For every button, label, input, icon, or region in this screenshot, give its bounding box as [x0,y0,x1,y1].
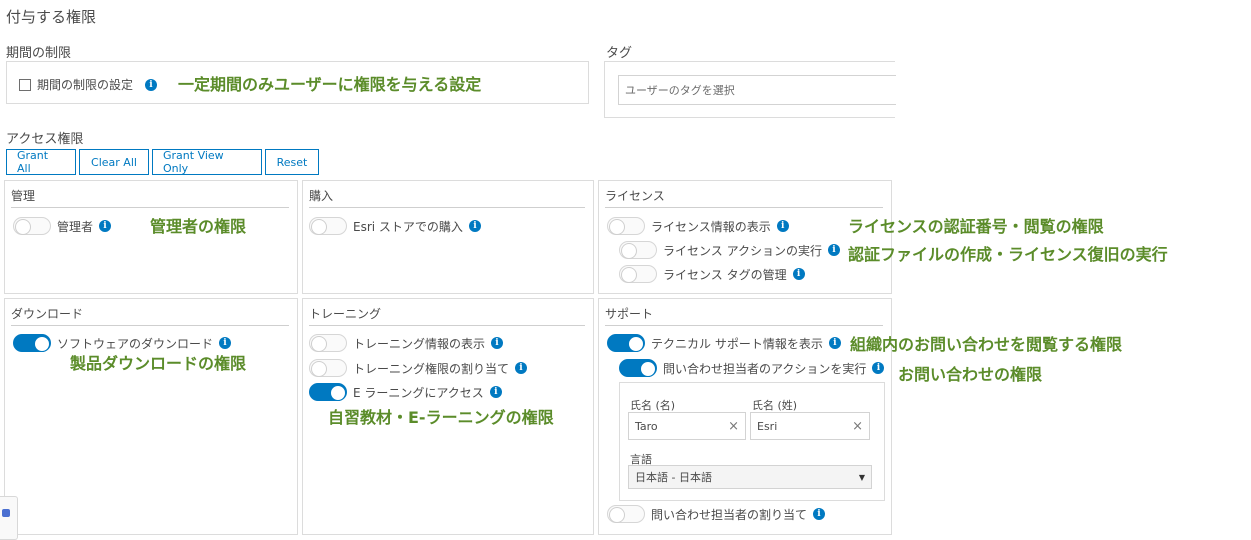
last-name-label: 氏名 (姓) [752,399,798,412]
download-label: ソフトウェアのダウンロード [57,336,214,351]
admin-annotation: 管理者の権限 [150,217,247,236]
training-assign-label: トレーニング権限の割り当て [353,361,510,376]
card-license-title: ライセンス [605,187,883,208]
admin-toggle[interactable] [13,217,51,235]
clear-icon[interactable]: × [852,419,863,434]
info-icon[interactable]: i [515,362,528,374]
card-license: ライセンス ライセンス情報の表示 i ライセンス アクションの実行 i ライセン… [598,180,892,294]
license-tag-label: ライセンス タグの管理 [663,267,787,282]
tags-box: ユーザーのタグを選択 [604,61,896,118]
purchase-toggle[interactable] [309,217,347,235]
tags-placeholder: ユーザーのタグを選択 [625,84,735,97]
chevron-down-icon: ▼ [858,472,865,482]
admin-label: 管理者 [57,219,94,234]
card-download-title: ダウンロード [11,305,289,326]
support-view-label: テクニカル サポート情報を表示 [651,336,823,351]
info-icon[interactable]: i [872,362,885,374]
info-icon[interactable]: i [813,508,826,520]
clear-all-button[interactable]: Clear All [79,149,149,175]
elearning-toggle[interactable] [309,383,347,401]
card-purchase-title: 購入 [309,187,585,208]
support-annotation-2: お問い合わせの権限 [898,365,1043,384]
info-icon[interactable]: i [827,244,840,256]
card-purchase: 購入 Esri ストアでの購入 i [302,180,594,294]
last-name-field[interactable]: Esri × [750,412,870,440]
period-checkbox[interactable] [19,78,31,91]
training-view-label: トレーニング情報の表示 [353,336,486,351]
grant-all-button[interactable]: Grant All [6,149,76,175]
license-annotation-2: 認証ファイルの作成・ライセンス復旧の実行 [848,245,1168,264]
first-name-label: 氏名 (名) [630,399,676,412]
info-icon[interactable]: i [219,337,232,349]
download-annotation: 製品ダウンロードの権限 [70,354,247,373]
support-assign-label: 問い合わせ担当者の割り当て [651,507,808,522]
info-icon[interactable]: i [828,337,841,349]
access-button-group: Grant All Clear All Grant View Only Rese… [6,149,319,175]
elearning-label: E ラーニングにアクセス [353,385,484,400]
card-admin-title: 管理 [11,187,289,208]
first-name-field[interactable]: Taro × [628,412,746,440]
info-icon[interactable]: i [468,220,481,232]
download-toggle[interactable] [13,334,51,352]
language-value: 日本語 - 日本語 [635,471,712,484]
access-section-label: アクセス権限 [6,132,84,147]
support-view-toggle[interactable] [607,334,645,352]
info-icon[interactable]: i [776,220,789,232]
first-name-value: Taro [635,419,658,433]
tags-section-label: タグ [606,46,633,61]
info-icon[interactable]: i [145,78,158,91]
tags-input[interactable]: ユーザーのタグを選択 [618,75,896,105]
period-annotation: 一定期間のみユーザーに権限を与える設定 [178,75,482,94]
info-icon[interactable]: i [491,337,504,349]
period-checkbox-label: 期間の制限の設定 [37,78,134,92]
language-select[interactable]: 日本語 - 日本語 ▼ [628,465,872,489]
reset-button[interactable]: Reset [265,149,319,175]
license-annotation-1: ライセンスの認証番号・閲覧の権限 [848,217,1104,236]
card-support-title: サポート [605,305,883,326]
period-section-label: 期間の制限 [6,46,72,61]
license-action-label: ライセンス アクションの実行 [663,243,822,258]
clear-icon[interactable]: × [728,419,739,434]
info-icon[interactable]: i [99,220,112,232]
card-download: ダウンロード ソフトウェアのダウンロード i [4,298,298,535]
training-annotation: 自習教材・E-ラーニングの権限 [328,408,554,427]
page-title: 付与する権限 [6,8,97,26]
support-assign-toggle[interactable] [607,505,645,523]
support-contact-toggle[interactable] [619,359,657,377]
license-action-toggle[interactable] [619,241,657,259]
license-view-label: ライセンス情報の表示 [651,219,771,234]
card-training-title: トレーニング [309,305,585,326]
license-view-toggle[interactable] [607,217,645,235]
recaptcha-badge[interactable] [0,496,18,540]
card-admin: 管理 管理者 i [4,180,298,294]
training-view-toggle[interactable] [309,334,347,352]
contact-form: 氏名 (名) Taro × 氏名 (姓) Esri × 言語 日本語 - 日本語… [619,382,885,501]
recaptcha-icon [2,509,10,517]
support-annotation-1: 組織内のお問い合わせを閲覧する権限 [850,335,1123,354]
support-contact-label: 問い合わせ担当者のアクションを実行 [663,361,867,376]
purchase-label: Esri ストアでの購入 [353,219,463,234]
training-assign-toggle[interactable] [309,359,347,377]
info-icon[interactable]: i [489,386,502,398]
last-name-value: Esri [757,419,778,433]
grant-view-only-button[interactable]: Grant View Only [152,149,262,175]
info-icon[interactable]: i [792,268,805,280]
card-support: サポート テクニカル サポート情報を表示 i 問い合わせ担当者のアクションを実行… [598,298,892,535]
license-tag-toggle[interactable] [619,265,657,283]
